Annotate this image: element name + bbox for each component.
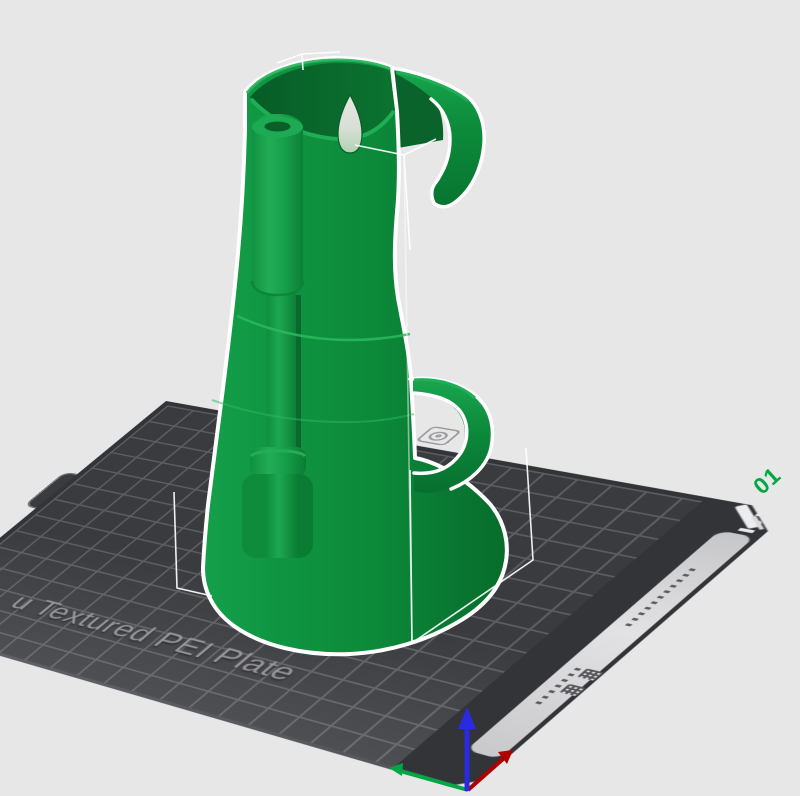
model-upper-clip [396,70,484,206]
model-front-rim-highlight [249,97,396,142]
model-back-rim-highlight [245,58,392,94]
model-tube-top-rim [252,116,303,138]
viewport-3d[interactable]: u Textured PEI Plate 01 [0,0,800,796]
model-tube-step-edge [250,280,305,297]
model-tube-upper [252,114,303,294]
calibration-target-center [433,433,444,438]
edge-band-text-marks [623,568,697,628]
io-marker-bar [737,528,755,533]
model-upper-clip-outline [390,66,486,209]
model-lower-clip-rim [413,378,477,400]
model-tube-top-hole [264,121,291,132]
calibration-target-ring [425,430,452,442]
model-clip-inner-face [394,69,444,148]
plate-grid [0,405,702,767]
model-teardrop-hole [337,93,363,154]
plate-number-label: 01 [748,461,786,500]
calibration-target-icon [414,425,463,447]
build-plate[interactable]: u Textured PEI Plate [0,401,790,792]
model-cup-inner-wall [250,63,395,140]
model-upper-clip-rim [396,70,469,103]
wipe-zone-icon [372,416,414,435]
wipe-zone-icon-fill [382,420,404,430]
model-seam-line [236,314,411,342]
